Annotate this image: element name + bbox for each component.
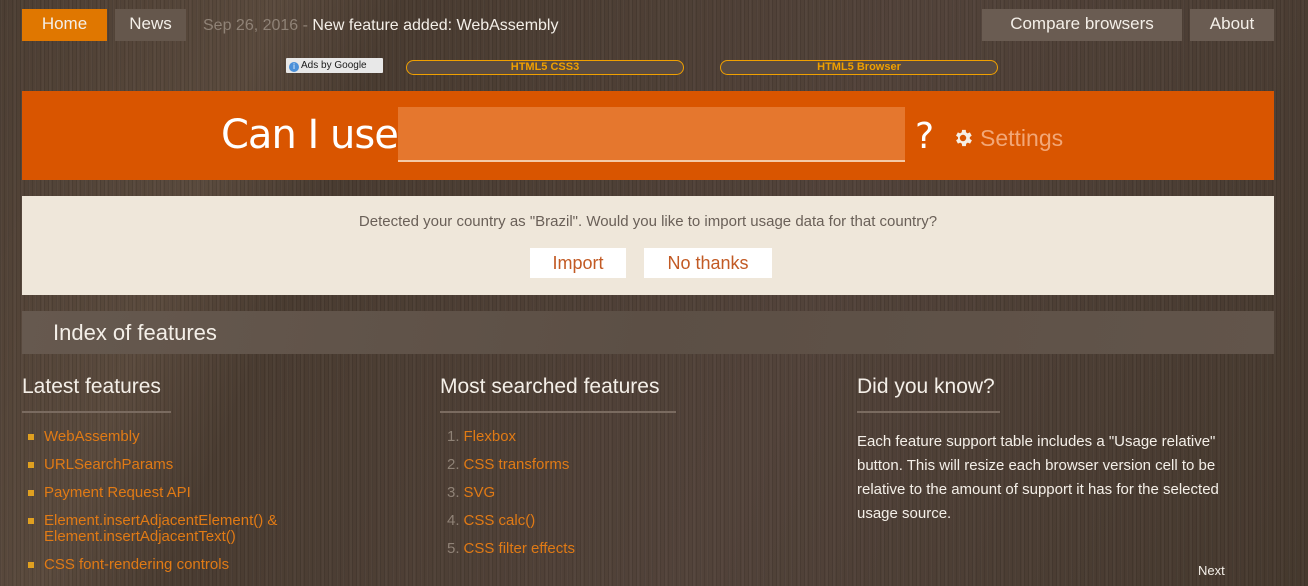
searched-feature-link[interactable]: SVG (464, 484, 496, 501)
rank-number: 2. (447, 456, 460, 473)
list-item: Payment Request API (22, 485, 422, 501)
feature-search-input[interactable] (398, 107, 905, 162)
search-bar: Can I use ? Settings (22, 91, 1274, 180)
page: Home News Sep 26, 2016 - New feature add… (22, 0, 1274, 573)
square-bullet-icon (28, 518, 34, 524)
latest-feature-link[interactable]: WebAssembly (44, 428, 140, 445)
list-item: 2. CSS transforms (440, 457, 840, 473)
settings-label: Settings (980, 125, 1064, 151)
square-bullet-icon (28, 490, 34, 496)
latest-feature-link[interactable]: Element.insertAdjacentElement() & Elemen… (44, 512, 277, 545)
nav-news-button[interactable]: News (115, 9, 186, 41)
gear-icon (956, 129, 972, 147)
rank-number: 3. (447, 484, 460, 501)
most-searched-list: 1. Flexbox 2. CSS transforms 3. SVG 4. CSS c… (440, 429, 840, 557)
rank-number: 1. (447, 428, 460, 445)
latest-feature-link[interactable]: CSS font-rendering controls (44, 556, 229, 573)
index-header: Index of features (22, 311, 1274, 354)
nav-home-button[interactable]: Home (22, 9, 107, 41)
list-item: CSS font-rendering controls (22, 557, 422, 573)
list-item: URLSearchParams (22, 457, 422, 473)
news-date: Sep 26, 2016 (203, 17, 299, 34)
searched-feature-link[interactable]: CSS filter effects (464, 540, 575, 557)
square-bullet-icon (28, 462, 34, 468)
nav-about-button[interactable]: About (1190, 9, 1274, 41)
ad-link-html5-browser[interactable]: HTML5 Browser (720, 60, 998, 75)
news-separator: - (298, 17, 313, 34)
top-nav: Home News Sep 26, 2016 - New feature add… (22, 0, 1274, 42)
info-icon: i (289, 62, 299, 72)
rank-number: 5. (447, 540, 460, 557)
list-item: 4. CSS calc() (440, 513, 840, 529)
did-you-know-section: Did you know? Each feature support table… (857, 372, 1274, 526)
nav-compare-browsers-button[interactable]: Compare browsers (982, 9, 1182, 41)
searched-feature-link[interactable]: Flexbox (464, 428, 517, 445)
most-searched-title: Most searched features (440, 372, 676, 413)
list-item: 5. CSS filter effects (440, 541, 840, 557)
no-thanks-button[interactable]: No thanks (644, 248, 772, 278)
country-notice-text: Detected your country as "Brazil". Would… (358, 213, 938, 230)
next-tip-button[interactable]: Next (1198, 563, 1225, 578)
search-suffix-label: ? (915, 116, 935, 157)
news-ticker: Sep 26, 2016 - New feature added: WebAss… (203, 9, 558, 41)
ads-by-google-badge[interactable]: i Ads by Google (286, 58, 383, 73)
latest-feature-link[interactable]: Payment Request API (44, 484, 191, 501)
square-bullet-icon (28, 434, 34, 440)
import-button[interactable]: Import (530, 248, 626, 278)
latest-features-title: Latest features (22, 372, 171, 413)
did-you-know-text: Each feature support table includes a "U… (857, 433, 1219, 522)
list-item: Element.insertAdjacentElement() & Elemen… (22, 513, 324, 545)
searched-feature-link[interactable]: CSS transforms (464, 456, 570, 473)
most-searched-section: Most searched features 1. Flexbox 2. CSS t… (440, 372, 840, 569)
latest-feature-link[interactable]: URLSearchParams (44, 456, 173, 473)
rank-number: 4. (447, 512, 460, 529)
latest-features-section: Latest features WebAssembly URLSearchPar… (22, 372, 422, 585)
square-bullet-icon (28, 562, 34, 568)
list-item: WebAssembly (22, 429, 422, 445)
searched-feature-link[interactable]: CSS calc() (464, 512, 536, 529)
ad-link-html5-css3[interactable]: HTML5 CSS3 (406, 60, 684, 75)
latest-features-list: WebAssembly URLSearchParams Payment Requ… (22, 429, 422, 573)
ads-row: i Ads by Google HTML5 CSS3 HTML5 Browser (22, 42, 1274, 78)
country-import-notice: Detected your country as "Brazil". Would… (22, 196, 1274, 295)
settings-button[interactable]: Settings (952, 125, 1063, 151)
did-you-know-title: Did you know? (857, 372, 1000, 413)
ads-by-google-label: Ads by Google (301, 60, 367, 71)
index-title: Index of features (53, 320, 217, 345)
news-link[interactable]: New feature added: WebAssembly (312, 17, 558, 34)
list-item: 1. Flexbox (440, 429, 840, 445)
list-item: 3. SVG (440, 485, 840, 501)
search-prefix-label: Can I use (221, 112, 399, 158)
